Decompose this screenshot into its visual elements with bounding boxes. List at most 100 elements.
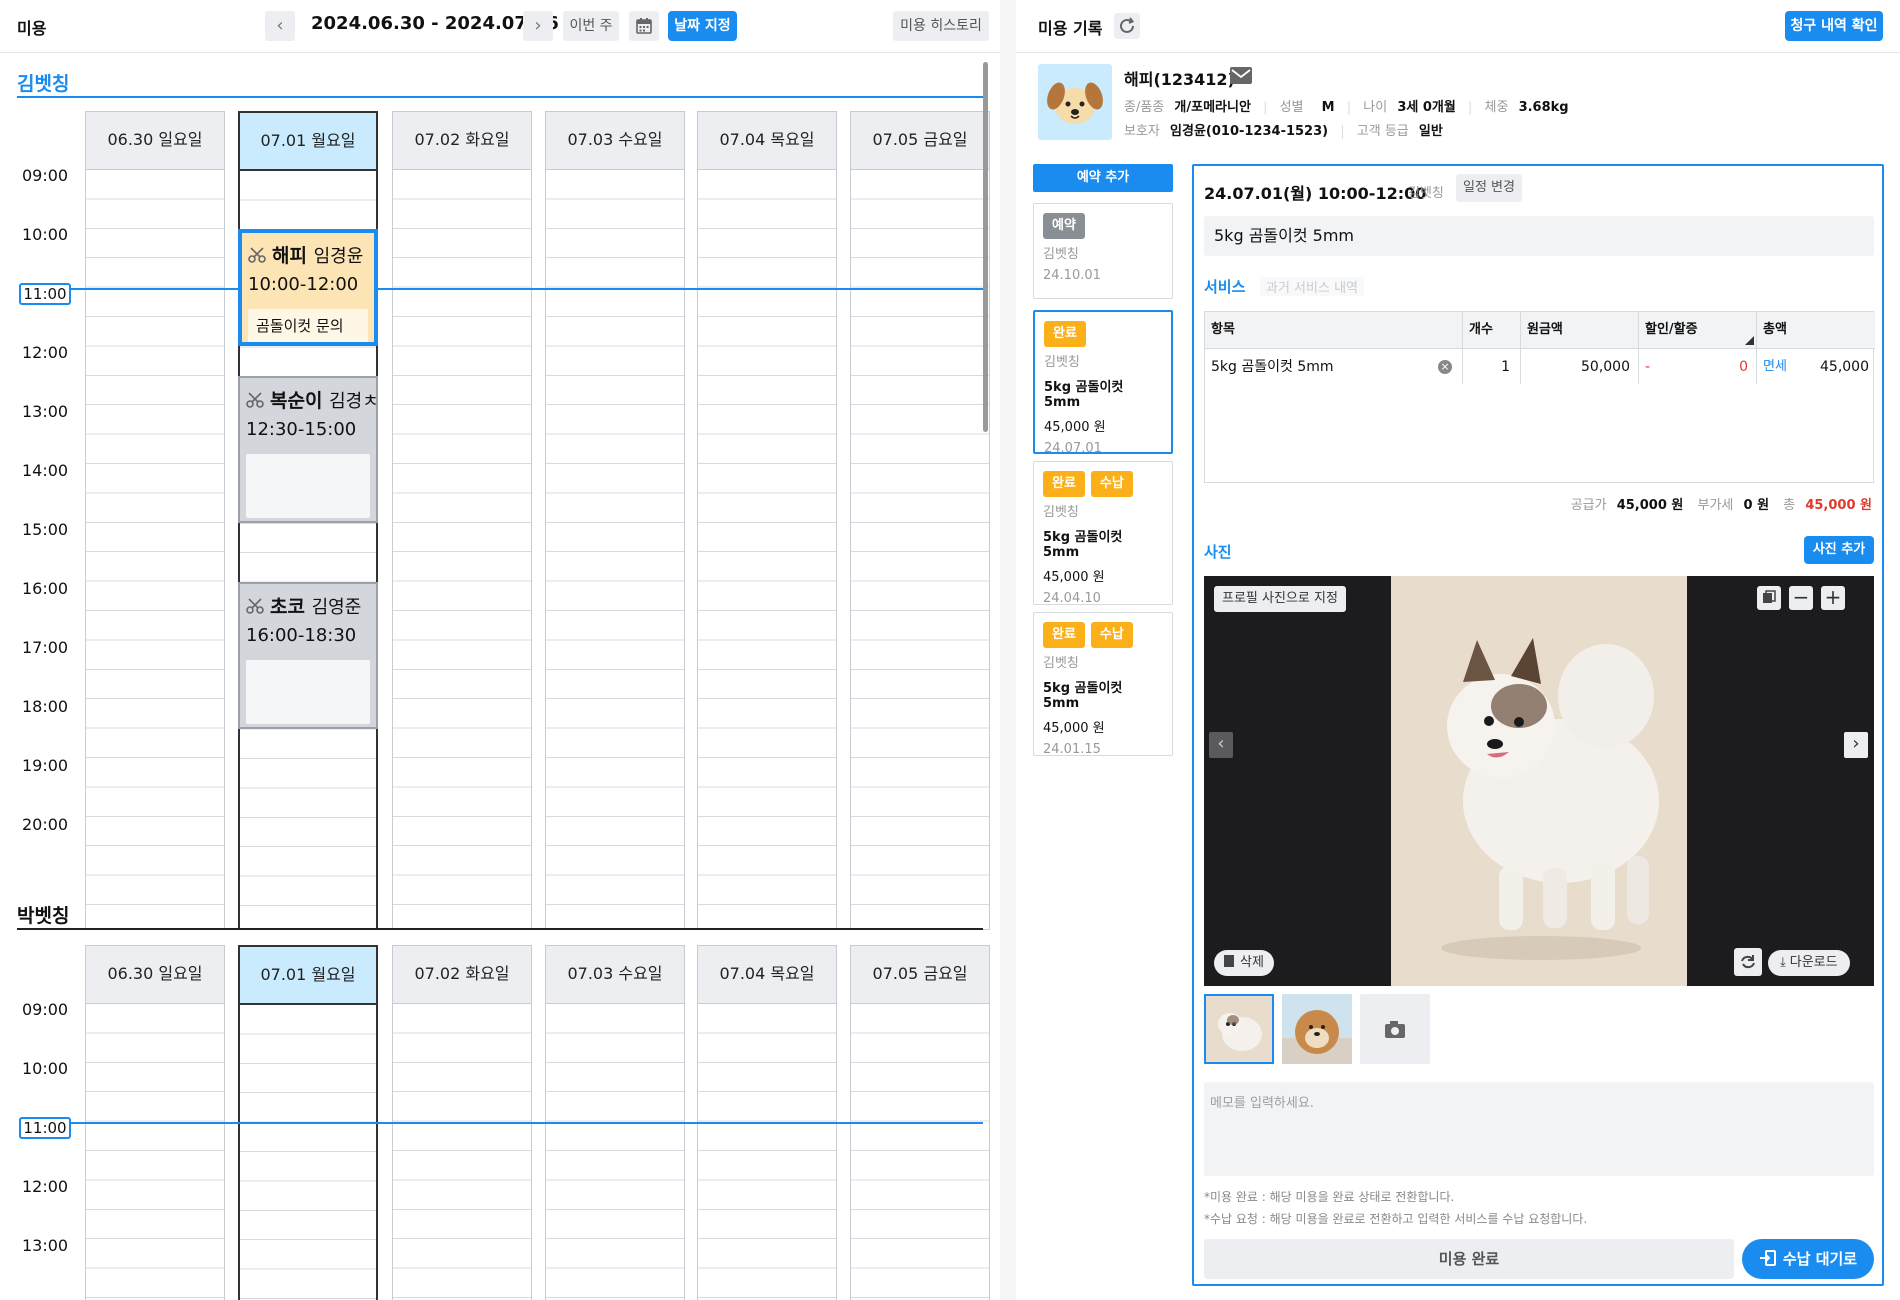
- remove-circle-icon[interactable]: ×: [1438, 360, 1452, 374]
- day-column[interactable]: [85, 169, 225, 930]
- status-badge: 예약: [1043, 213, 1085, 239]
- copy-photo-button[interactable]: [1757, 586, 1781, 610]
- history-date: 24.01.15: [1043, 742, 1101, 757]
- day-column[interactable]: [850, 169, 990, 930]
- appointment-card[interactable]: 초코 김영준 16:00-18:30: [238, 582, 378, 729]
- chevron-right-icon: ›: [534, 15, 542, 36]
- day-column[interactable]: [697, 1003, 837, 1300]
- weight-label: 체중: [1484, 100, 1509, 115]
- add-photo-button[interactable]: 사진 추가: [1804, 536, 1874, 564]
- sort-corner-icon: [1745, 336, 1754, 345]
- add-reservation-button[interactable]: 예약 추가: [1033, 164, 1173, 192]
- day-header: 06.30 일요일: [85, 111, 225, 169]
- next-photo-button[interactable]: ›: [1844, 732, 1868, 758]
- header-divider: [1016, 52, 1900, 53]
- age-label: 나이: [1363, 100, 1388, 115]
- rotate-photo-button[interactable]: [1734, 948, 1762, 976]
- message-button[interactable]: [1230, 67, 1252, 84]
- pet-avatar: [1038, 64, 1112, 140]
- time-label: 12:00: [22, 1177, 69, 1196]
- day-column[interactable]: [85, 1003, 225, 1300]
- appointment-card[interactable]: 해피 임경윤 10:00-12:00 곰돌이컷 문의: [238, 229, 378, 346]
- appointment-time: 12:30-15:00: [246, 419, 357, 440]
- complete-grooming-button[interactable]: 미용 완료: [1204, 1239, 1734, 1279]
- next-week-button[interactable]: ›: [523, 11, 553, 41]
- add-photo-camera-button[interactable]: [1360, 994, 1430, 1064]
- zoom-out-button[interactable]: −: [1789, 586, 1813, 610]
- vat-value: 0 원: [1743, 498, 1770, 513]
- day-column[interactable]: [392, 169, 532, 930]
- note-payment: *수납 요청 : 해당 미용을 완료로 전환하고 입력한 서비스를 수납 요청합…: [1204, 1212, 1588, 1226]
- history-price: 45,000 원: [1043, 570, 1105, 585]
- dog-photo: [1391, 576, 1687, 986]
- tab-services[interactable]: 서비스: [1204, 276, 1245, 297]
- download-label: 다운로드: [1789, 955, 1838, 970]
- history-card[interactable]: 예약 김벳칭 24.10.01: [1033, 203, 1173, 299]
- pet-info-row2: 보호자 임경윤(010-1234-1523) | 고객 등급 일반: [1124, 124, 1443, 139]
- day-header: 06.30 일요일: [85, 945, 225, 1003]
- day-header: 07.04 목요일: [697, 945, 837, 1003]
- day-column[interactable]: [392, 1003, 532, 1300]
- service-count[interactable]: 1: [1463, 348, 1521, 384]
- breed-label: 종/품종: [1124, 100, 1165, 115]
- service-item-cell[interactable]: 5kg 곰돌이컷 5mm ×: [1205, 348, 1463, 384]
- memo-field[interactable]: 메모를 입력하세요.: [1204, 1082, 1874, 1176]
- history-card[interactable]: 완료 김벳칭 5kg 곰돌이컷 5mm 45,000 원 24.07.01: [1033, 310, 1173, 456]
- prev-photo-button[interactable]: ‹: [1209, 732, 1233, 758]
- current-time-line: [71, 1122, 983, 1124]
- vat-label: 부가세: [1697, 498, 1734, 513]
- current-time-line: [71, 288, 983, 290]
- history-service: 5kg 곰돌이컷 5mm: [1043, 530, 1123, 560]
- billing-history-button[interactable]: 청구 내역 확인: [1785, 11, 1883, 41]
- history-card[interactable]: 완료 수납 김벳칭 5kg 곰돌이컷 5mm 45,000 원 24.04.10: [1033, 461, 1173, 606]
- record-detail: 24.07.01(월) 10:00-12:00 김벳칭 일정 변경 5kg 곰돌…: [1192, 164, 1884, 1286]
- time-label: 18:00: [22, 697, 69, 716]
- service-discount-cell[interactable]: - 0: [1639, 348, 1757, 384]
- zoom-in-button[interactable]: +: [1821, 586, 1845, 610]
- history-button[interactable]: 미용 히스토리: [893, 11, 989, 41]
- download-photo-button[interactable]: ⤓ 다운로드: [1768, 950, 1850, 976]
- scrollbar[interactable]: [983, 62, 988, 432]
- day-column[interactable]: [697, 169, 837, 930]
- history-date: 24.07.01: [1044, 441, 1102, 456]
- prev-week-button[interactable]: ‹: [265, 11, 295, 41]
- camera-icon: [1385, 1021, 1405, 1038]
- time-label: 12:00: [22, 343, 69, 362]
- delete-photo-button[interactable]: 삭제: [1214, 950, 1274, 976]
- tab-past-services[interactable]: 과거 서비스 내역: [1260, 277, 1364, 296]
- history-price: 45,000 원: [1043, 721, 1105, 736]
- calendar-icon: [636, 18, 652, 34]
- scissors-icon: [246, 392, 264, 408]
- appointment-card[interactable]: 복순이 김경ㅊ 12:30-15:00: [238, 376, 378, 523]
- day-column[interactable]: [850, 1003, 990, 1300]
- status-badge: 완료: [1044, 321, 1086, 347]
- payment-pending-button[interactable]: 수납 대기로: [1742, 1239, 1874, 1279]
- calendar-button[interactable]: [629, 11, 659, 41]
- grade-value: 일반: [1418, 124, 1443, 139]
- time-label: 10:00: [22, 1059, 69, 1078]
- history-date: 24.10.01: [1043, 268, 1101, 283]
- this-week-button[interactable]: 이번 주: [563, 11, 619, 41]
- set-date-button[interactable]: 날짜 지정: [668, 11, 737, 41]
- day-column[interactable]: [545, 169, 685, 930]
- guardian-label: 보호자: [1124, 124, 1160, 139]
- photo-thumbnail[interactable]: [1282, 994, 1352, 1064]
- appointment-pet: 초코: [270, 596, 305, 618]
- photo-thumbnail[interactable]: [1204, 994, 1274, 1064]
- set-profile-photo-button[interactable]: 프로필 사진으로 지정: [1214, 586, 1346, 612]
- appointment-memo: 곰돌이컷 문의: [248, 309, 368, 342]
- day-column[interactable]: [545, 1003, 685, 1300]
- refresh-button[interactable]: [1114, 13, 1140, 39]
- schedule-title: 미용: [17, 19, 47, 38]
- weight-value: 3.68kg: [1518, 100, 1569, 115]
- supply-label: 공급가: [1570, 498, 1607, 513]
- day-column[interactable]: [238, 1003, 378, 1300]
- time-label: 19:00: [22, 756, 69, 775]
- total-value: 45,000 원: [1805, 498, 1872, 513]
- history-card[interactable]: 완료 수납 김벳칭 5kg 곰돌이컷 5mm 45,000 원 24.01.15: [1033, 612, 1173, 757]
- change-schedule-button[interactable]: 일정 변경: [1456, 174, 1522, 202]
- appointment-time: 16:00-18:30: [246, 625, 357, 646]
- groomer-name: 박벳칭: [17, 905, 70, 927]
- service-amount[interactable]: 50,000: [1521, 348, 1639, 384]
- history-service: 5kg 곰돌이컷 5mm: [1043, 681, 1123, 711]
